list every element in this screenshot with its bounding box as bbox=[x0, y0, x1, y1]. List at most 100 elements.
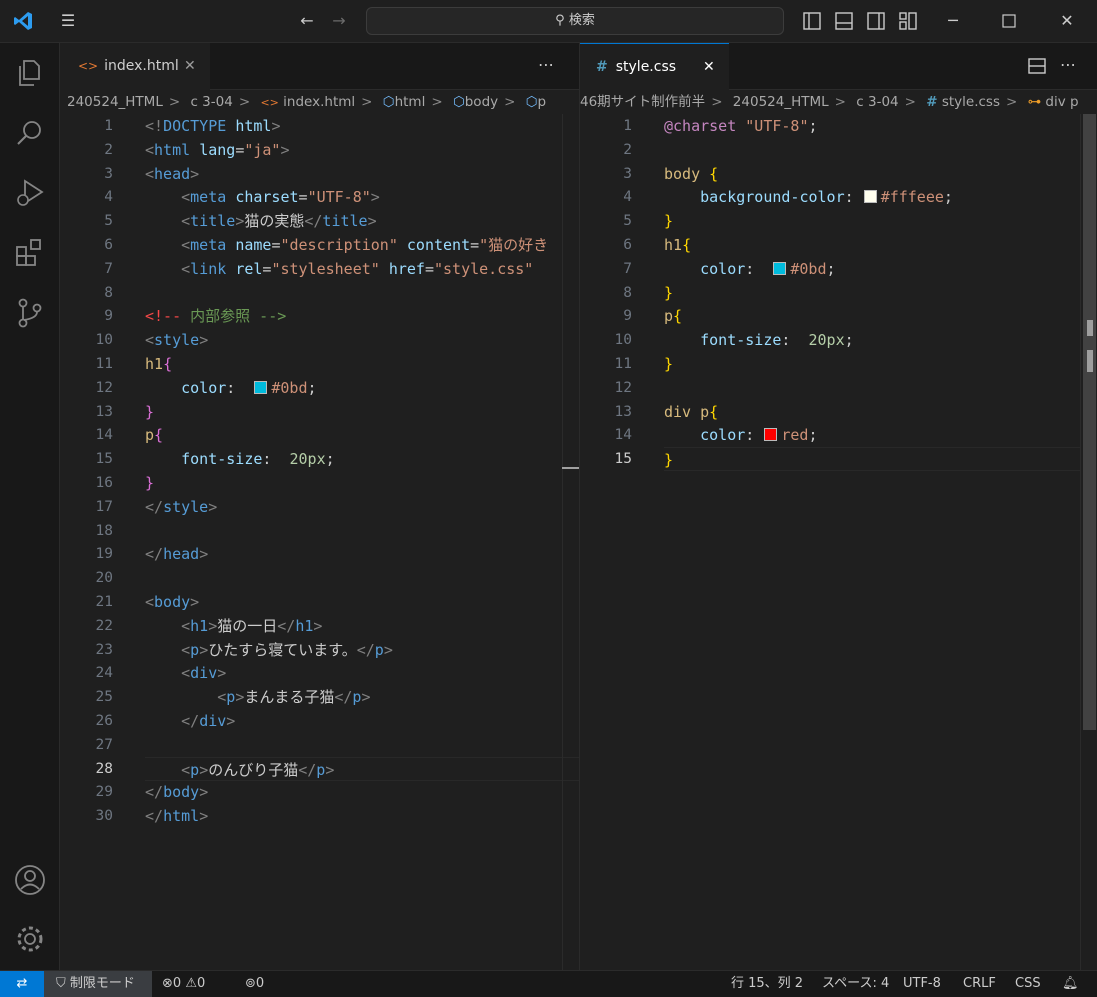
code-line[interactable]: <head> bbox=[145, 162, 579, 186]
breadcrumb-item[interactable]: 46期サイト制作前半 bbox=[580, 94, 705, 110]
search-icon[interactable] bbox=[12, 115, 48, 151]
code-line[interactable]: font-size: 20px; bbox=[664, 328, 1080, 352]
code-line[interactable]: body { bbox=[664, 162, 1080, 186]
code-line[interactable]: <link rel="stylesheet" href="style.css" bbox=[145, 257, 579, 281]
code-line[interactable]: </head> bbox=[145, 542, 579, 566]
code-line[interactable] bbox=[664, 376, 1080, 400]
code-line[interactable]: h1{ bbox=[145, 352, 579, 376]
code-line[interactable]: background-color: #fffeee; bbox=[664, 185, 1080, 209]
code-line[interactable] bbox=[145, 519, 579, 543]
code-line[interactable]: p{ bbox=[145, 423, 579, 447]
code-line[interactable]: } bbox=[664, 447, 1080, 472]
code-line[interactable]: <title>猫の実態</title> bbox=[145, 209, 579, 233]
breadcrumb-item[interactable]: style.css bbox=[942, 94, 1000, 110]
code-line[interactable] bbox=[145, 281, 579, 305]
right-code-area[interactable]: @charset "UTF-8"; body { background-color… bbox=[664, 114, 1080, 964]
breadcrumb-item[interactable]: c 3-04 bbox=[856, 94, 898, 110]
code-line[interactable]: <p>のんびり子猫</p> bbox=[145, 756, 579, 781]
code-line[interactable]: color: #0bd; bbox=[145, 376, 579, 400]
breadcrumb-item[interactable]: html bbox=[395, 94, 426, 110]
color-swatch[interactable] bbox=[254, 380, 268, 394]
breadcrumb-item[interactable]: index.html bbox=[283, 94, 355, 110]
code-line[interactable]: </div> bbox=[145, 709, 579, 733]
code-line[interactable]: <!-- 内部参照 --> bbox=[145, 304, 579, 328]
more-actions-icon[interactable]: ⋯ bbox=[1060, 55, 1076, 74]
close-tab-icon[interactable]: ✕ bbox=[184, 43, 196, 90]
code-line[interactable]: </style> bbox=[145, 495, 579, 519]
code-line[interactable]: </body> bbox=[145, 780, 579, 804]
code-line[interactable]: <!DOCTYPE html> bbox=[145, 114, 579, 138]
extensions-icon[interactable] bbox=[12, 235, 48, 271]
editor-group-divider[interactable] bbox=[579, 43, 580, 970]
code-line[interactable]: p{ bbox=[664, 304, 1080, 328]
close-tab-icon[interactable]: ✕ bbox=[703, 44, 715, 91]
code-line[interactable]: <meta name="description" content="猫の好き bbox=[145, 233, 579, 257]
forward-arrow-icon[interactable]: → bbox=[326, 8, 352, 34]
breadcrumb-item[interactable]: 240524_HTML bbox=[67, 94, 163, 110]
code-line[interactable]: color: red; bbox=[664, 423, 1080, 447]
notifications-bell-icon[interactable]: 🔔︎ bbox=[1062, 971, 1079, 997]
code-line[interactable]: <h1>猫の一日</h1> bbox=[145, 614, 579, 638]
ports-indicator[interactable]: ⊚0 bbox=[245, 971, 264, 997]
left-vertical-scrollbar[interactable] bbox=[562, 114, 580, 970]
command-search-box[interactable]: ⚲ 検索 bbox=[366, 7, 784, 35]
minimize-icon[interactable]: ─ bbox=[940, 8, 966, 34]
code-line[interactable]: <p>ひたすら寝ています。</p> bbox=[145, 638, 579, 662]
run-debug-icon[interactable] bbox=[12, 175, 48, 211]
remote-indicator-icon[interactable]: ⇄ bbox=[0, 971, 44, 997]
toggle-secondary-sidebar-icon[interactable] bbox=[863, 8, 889, 34]
encoding-indicator[interactable]: UTF-8 bbox=[903, 971, 941, 997]
breadcrumb-item[interactable]: body bbox=[465, 94, 498, 110]
color-swatch[interactable] bbox=[764, 428, 778, 442]
code-line[interactable]: } bbox=[664, 281, 1080, 305]
color-swatch[interactable] bbox=[863, 190, 877, 204]
code-line[interactable]: } bbox=[664, 352, 1080, 376]
source-control-icon[interactable] bbox=[12, 295, 48, 331]
tab-style-css[interactable]: # style.css ✕ bbox=[580, 43, 729, 90]
close-window-icon[interactable]: ✕ bbox=[1054, 8, 1080, 34]
code-line[interactable]: } bbox=[664, 209, 1080, 233]
eol-indicator[interactable]: CRLF bbox=[963, 971, 996, 997]
code-line[interactable]: <meta charset="UTF-8"> bbox=[145, 185, 579, 209]
breadcrumb-item[interactable]: c 3-04 bbox=[190, 94, 232, 110]
cursor-position[interactable]: 行 15、列 2 bbox=[731, 971, 803, 997]
explorer-icon[interactable] bbox=[12, 55, 48, 91]
code-line[interactable]: <div> bbox=[145, 661, 579, 685]
code-line[interactable]: h1{ bbox=[664, 233, 1080, 257]
breadcrumb-item[interactable]: p bbox=[538, 94, 547, 110]
back-arrow-icon[interactable]: ← bbox=[294, 8, 320, 34]
code-line[interactable] bbox=[664, 138, 1080, 162]
maximize-icon[interactable] bbox=[996, 8, 1022, 34]
customize-layout-icon[interactable] bbox=[895, 8, 921, 34]
breadcrumb-item[interactable]: div p bbox=[1045, 94, 1078, 110]
code-line[interactable]: @charset "UTF-8"; bbox=[664, 114, 1080, 138]
code-line[interactable]: </html> bbox=[145, 804, 579, 828]
language-mode[interactable]: CSS bbox=[1015, 971, 1041, 997]
code-line[interactable]: <p>まんまる子猫</p> bbox=[145, 685, 579, 709]
code-line[interactable] bbox=[145, 566, 579, 590]
right-vertical-scrollbar[interactable] bbox=[1080, 114, 1097, 970]
indentation-indicator[interactable]: スペース: 4 bbox=[822, 971, 889, 997]
problems-indicator[interactable]: ⊗0 ⚠0 bbox=[162, 971, 205, 997]
scrollbar-thumb[interactable] bbox=[1083, 114, 1096, 730]
more-actions-icon[interactable]: ⋯ bbox=[538, 55, 554, 74]
code-line[interactable]: div p{ bbox=[664, 400, 1080, 424]
code-line[interactable]: <body> bbox=[145, 590, 579, 614]
menu-icon[interactable]: ☰ bbox=[55, 8, 81, 34]
toggle-panel-icon[interactable] bbox=[831, 8, 857, 34]
code-line[interactable]: font-size: 20px; bbox=[145, 447, 579, 471]
code-line[interactable]: } bbox=[145, 400, 579, 424]
breadcrumb-item[interactable]: 240524_HTML bbox=[733, 94, 829, 110]
settings-gear-icon[interactable] bbox=[12, 921, 48, 957]
tab-index-html[interactable]: <> index.html ✕ bbox=[60, 43, 210, 90]
code-line[interactable]: } bbox=[145, 471, 579, 495]
code-line[interactable]: <style> bbox=[145, 328, 579, 352]
left-code-area[interactable]: <!DOCTYPE html> <html lang="ja"> <head> <m… bbox=[145, 114, 579, 964]
code-line[interactable] bbox=[145, 733, 579, 757]
code-line[interactable]: color: #0bd; bbox=[664, 257, 1080, 281]
restricted-mode-indicator[interactable]: ⛉ 制限モード bbox=[44, 971, 152, 997]
split-editor-icon[interactable] bbox=[1027, 56, 1047, 76]
toggle-primary-sidebar-icon[interactable] bbox=[799, 8, 825, 34]
account-icon[interactable] bbox=[12, 862, 48, 898]
color-swatch[interactable] bbox=[773, 261, 787, 275]
